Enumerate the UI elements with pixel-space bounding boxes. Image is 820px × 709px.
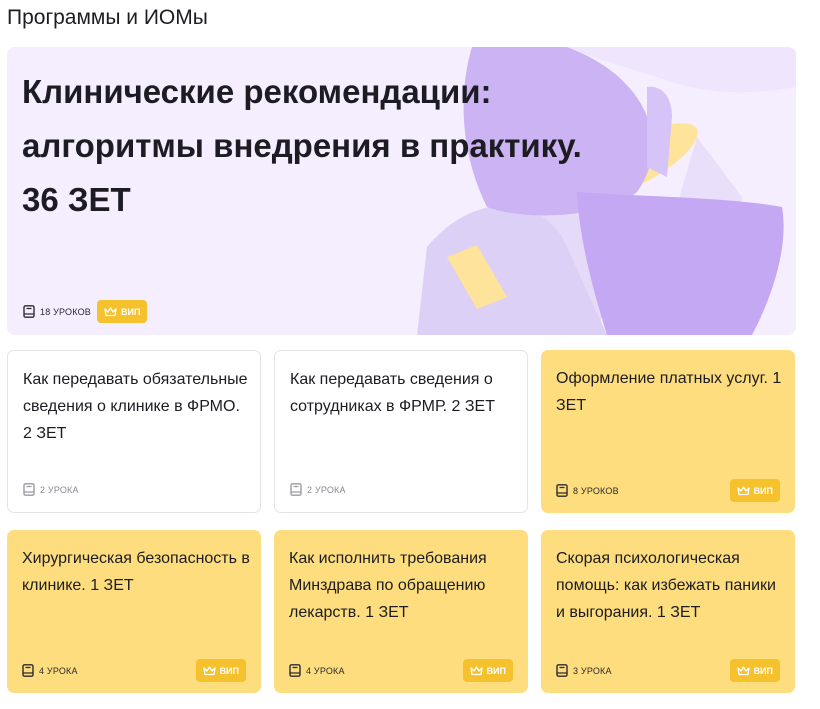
featured-program-card[interactable]: Клинические рекомендации: алгоритмы внед… — [7, 47, 796, 335]
vip-badge-label: вип — [120, 306, 141, 317]
lessons-count: 2 урока — [23, 483, 79, 496]
book-icon — [290, 483, 302, 496]
book-icon — [23, 305, 35, 318]
book-icon — [22, 664, 34, 677]
featured-title-line: алгоритмы внедрения в практику. — [22, 127, 582, 164]
lessons-count-label: 8 уроков — [573, 485, 619, 496]
book-icon — [289, 664, 301, 677]
program-card-title: Хирургическая безопасность в клинике. 1 … — [22, 550, 250, 594]
lessons-count-label: 2 урока — [307, 484, 346, 495]
vip-badge: вип — [729, 659, 780, 682]
featured-title-line: 36 ЗЕТ — [22, 181, 131, 218]
lessons-count: 18 уроков — [23, 305, 91, 318]
lessons-count: 4 урока — [22, 664, 78, 677]
program-card-title: Скорая психологическая помощь: как избеж… — [556, 550, 776, 621]
program-card[interactable]: Как исполнить требования Минздрава по об… — [274, 530, 528, 693]
featured-meta: 18 уроков вип — [23, 300, 148, 323]
program-card-title: Как передавать обязательные сведения о к… — [23, 371, 248, 442]
vip-badge-label: вип — [753, 665, 773, 676]
vip-badge-label: вип — [486, 665, 506, 676]
book-icon — [23, 483, 35, 496]
crown-icon — [736, 485, 750, 495]
program-card[interactable]: Скорая психологическая помощь: как избеж… — [541, 530, 795, 693]
lessons-count: 8 уроков — [556, 484, 619, 497]
crown-icon — [202, 665, 216, 675]
lessons-count-label: 18 уроков — [40, 306, 91, 317]
featured-title-line: Клинические рекомендации: — [22, 73, 492, 110]
lessons-count: 3 урока — [556, 664, 612, 677]
vip-badge-label: вип — [219, 665, 239, 676]
program-card-title: Как исполнить требования Минздрава по об… — [289, 550, 487, 621]
program-card[interactable]: Как передавать сведения о сотрудниках в … — [274, 350, 528, 513]
program-card-title: Оформление платных услуг. 1 ЗЕТ — [556, 370, 782, 414]
vip-badge: вип — [96, 300, 148, 323]
section-title: Программы и ИОМы — [7, 6, 208, 29]
vip-badge: вип — [462, 659, 513, 682]
program-card[interactable]: Хирургическая безопасность в клинике. 1 … — [7, 530, 261, 693]
crown-icon — [104, 306, 117, 316]
lessons-count-label: 4 урока — [306, 665, 345, 676]
crown-icon — [736, 665, 750, 675]
lessons-count-label: 4 урока — [39, 665, 78, 676]
vip-badge: вип — [195, 659, 246, 682]
book-icon — [556, 664, 568, 677]
lessons-count-label: 2 урока — [40, 484, 79, 495]
lessons-count-label: 3 урока — [573, 665, 612, 676]
program-card[interactable]: Как передавать обязательные сведения о к… — [7, 350, 261, 513]
featured-program-title: Клинические рекомендации: алгоритмы внед… — [22, 65, 662, 227]
book-icon — [556, 484, 568, 497]
vip-badge-label: вип — [753, 485, 773, 496]
program-card[interactable]: Оформление платных услуг. 1 ЗЕТ 8 уроков… — [541, 350, 795, 513]
program-card-title: Как передавать сведения о сотрудниках в … — [290, 371, 495, 415]
crown-icon — [469, 665, 483, 675]
vip-badge: вип — [729, 479, 780, 502]
lessons-count: 2 урока — [290, 483, 346, 496]
lessons-count: 4 урока — [289, 664, 345, 677]
